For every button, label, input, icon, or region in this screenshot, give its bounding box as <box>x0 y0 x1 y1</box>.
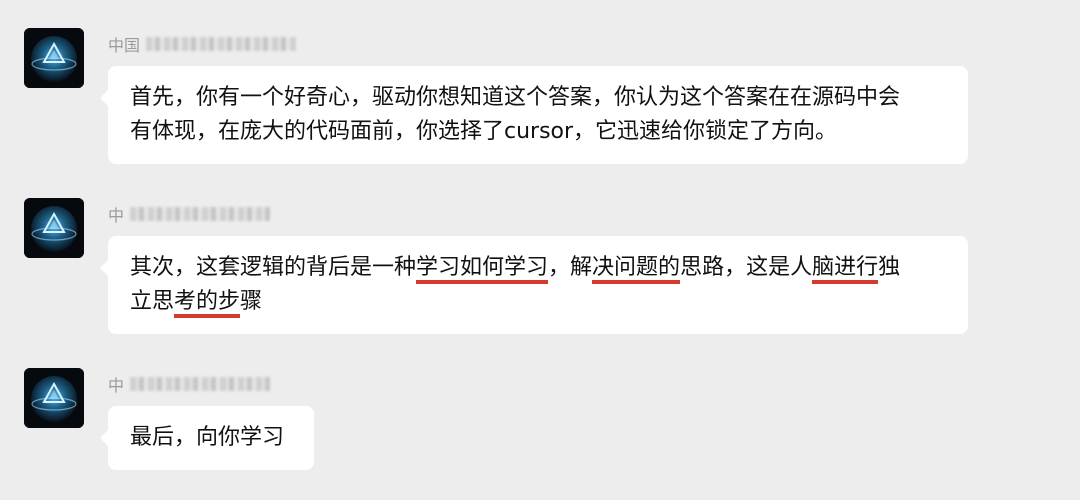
avatar[interactable] <box>24 368 84 428</box>
message-bubble[interactable]: 首先，你有一个好奇心，驱动你想知道这个答案，你认为这个答案在在源码中会 有体现，… <box>100 66 968 164</box>
avatar[interactable] <box>24 28 84 88</box>
redacted-name <box>146 37 297 51</box>
underlined-phrase: 考的步 <box>174 289 241 318</box>
underlined-phrase: 学习如何学习 <box>416 255 549 284</box>
underlined-phrase: 脑进行 <box>812 255 879 284</box>
avatar-crystal-icon <box>24 368 84 428</box>
message-text-line: 有体现，在庞大的代码面前，你选择了cursor，它迅速给你锁定了方向。 <box>130 119 838 144</box>
avatar-crystal-icon <box>24 198 84 258</box>
message-text-line: 最后，向你学习 <box>130 425 285 450</box>
avatar[interactable] <box>24 198 84 258</box>
underlined-phrase: 决问题的 <box>592 255 681 284</box>
sender-name: 中 <box>108 372 271 396</box>
sender-name: 中国 <box>108 32 297 56</box>
redacted-name <box>130 207 271 221</box>
sender-name: 中 <box>108 202 271 226</box>
message-text-line: 其次，这套逻辑的背后是一种学习如何学习，解决问题的思路，这是人脑进行独 <box>130 251 946 285</box>
redacted-name <box>130 377 271 391</box>
avatar-crystal-icon <box>24 28 84 88</box>
message-bubble[interactable]: 最后，向你学习 <box>100 406 314 470</box>
message-text-line: 首先，你有一个好奇心，驱动你想知道这个答案，你认为这个答案在在源码中会 <box>130 85 901 110</box>
message-text-line: 立思考的步骤 <box>130 285 946 319</box>
message-bubble[interactable]: 其次，这套逻辑的背后是一种学习如何学习，解决问题的思路，这是人脑进行独 立思考的… <box>100 236 968 334</box>
